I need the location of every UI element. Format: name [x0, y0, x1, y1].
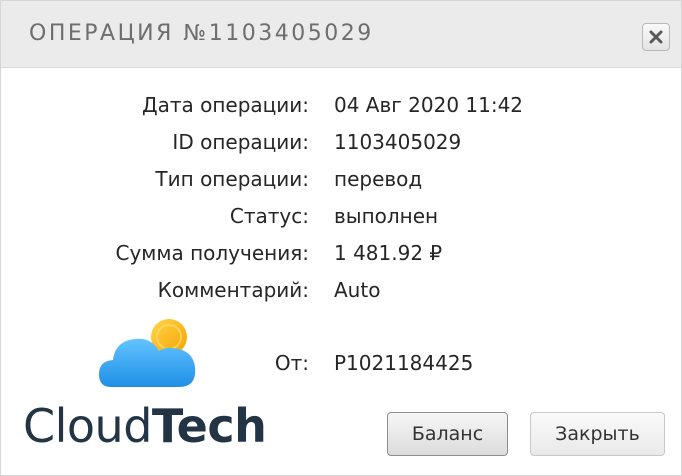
close-icon [649, 30, 663, 44]
close-button[interactable]: Закрыть [530, 412, 665, 456]
brand-part-cloud: Cloud [23, 399, 152, 453]
operation-id-value: 1103405029 [334, 130, 462, 154]
status-value: выполнен [334, 204, 439, 228]
dialog-titlebar: ОПЕРАЦИЯ №1103405029 [1, 1, 681, 68]
sender-label: От: [274, 351, 309, 375]
balance-button[interactable]: Баланс [387, 412, 508, 456]
date-value: 04 Авг 2020 11:42 [334, 93, 524, 117]
amount-label: Сумма получения: [115, 241, 310, 265]
comment-label: Комментарий: [157, 278, 309, 302]
operation-id-label: ID операции: [172, 130, 309, 154]
amount-value: 1 481.92 ₽ [334, 241, 443, 265]
comment-value: Auto [334, 278, 381, 302]
operation-type-label: Тип операции: [155, 167, 309, 191]
close-dialog-button[interactable] [642, 23, 670, 51]
cloud-sun-logo-icon [99, 319, 196, 387]
date-label: Дата операции: [141, 93, 309, 117]
operation-type-value: перевод [334, 167, 423, 191]
status-label: Статус: [229, 204, 309, 228]
operation-dialog: ОПЕРАЦИЯ №1103405029 Дата операции: 04 А… [0, 0, 682, 476]
brand-part-tech: Tech [151, 399, 267, 453]
brand-logo-text: CloudTech [23, 399, 267, 453]
dialog-title: ОПЕРАЦИЯ №1103405029 [29, 21, 374, 46]
sender-value: P1021184425 [334, 351, 474, 375]
